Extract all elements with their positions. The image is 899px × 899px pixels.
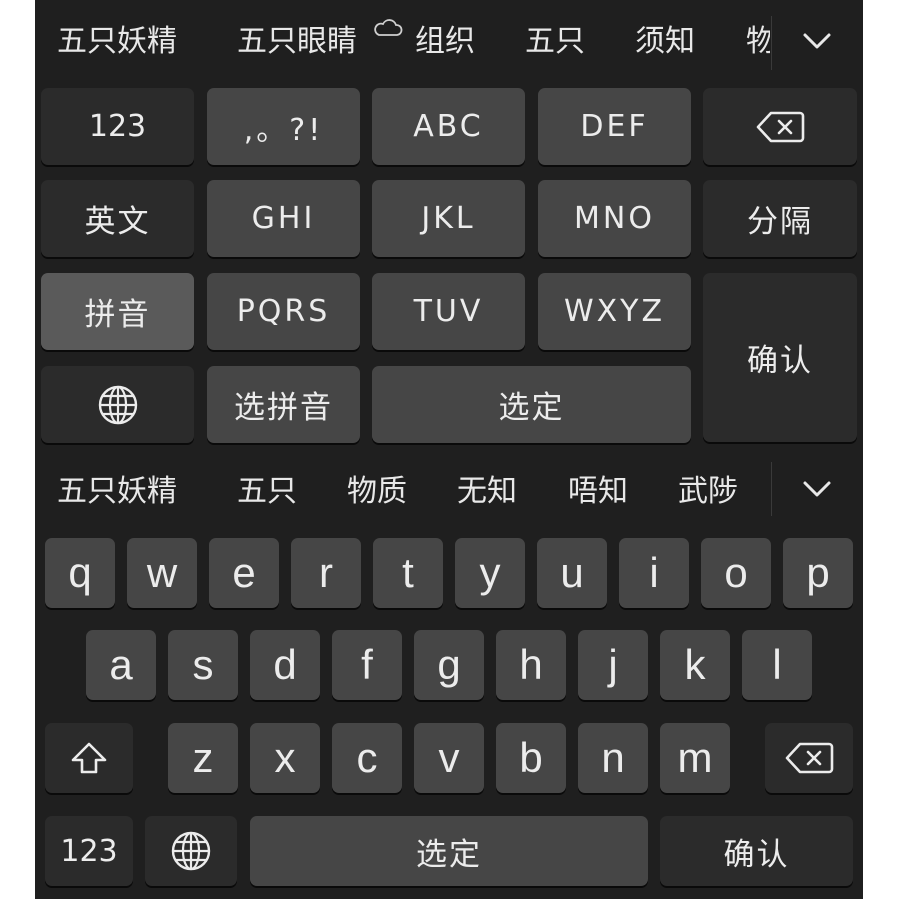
key-jkl[interactable]: JKL: [372, 180, 525, 257]
t9-keyboard: 五只妖精 五只眼睛 组织 五只 须知 物 123 ,。?! ABC DEF 英文…: [35, 0, 863, 452]
select-key[interactable]: 选定: [372, 366, 691, 443]
key-a[interactable]: a: [86, 630, 156, 700]
select-key[interactable]: 选定: [250, 816, 648, 886]
candidate-item[interactable]: 五只眼睛: [237, 22, 357, 62]
pinyin-key[interactable]: 拼音: [41, 273, 194, 350]
key-wxyz[interactable]: WXYZ: [538, 273, 691, 350]
candidate-item[interactable]: 物: [746, 22, 770, 62]
candidate-item[interactable]: 武陟: [678, 472, 738, 512]
candidate-item[interactable]: 组织: [415, 22, 475, 62]
qwerty-keyboard: 五只妖精 五只 物质 无知 唔知 武陟 q w e r t y u i o p …: [35, 452, 863, 899]
key-ghi[interactable]: GHI: [207, 180, 360, 257]
backspace-button[interactable]: [765, 723, 853, 793]
key-h[interactable]: h: [496, 630, 566, 700]
language-switch-button[interactable]: [41, 366, 194, 443]
candidate-item[interactable]: 五只妖精: [57, 472, 177, 512]
backspace-icon: [784, 741, 834, 775]
select-pinyin-key[interactable]: 选拼音: [207, 366, 360, 443]
key-z[interactable]: z: [168, 723, 238, 793]
key-pqrs[interactable]: PQRS: [207, 273, 360, 350]
key-l[interactable]: l: [742, 630, 812, 700]
key-r[interactable]: r: [291, 538, 361, 608]
number-key[interactable]: 123: [45, 816, 133, 886]
candidate-bar: 五只妖精 五只 物质 无知 唔知 武陟: [35, 452, 863, 538]
key-e[interactable]: e: [209, 538, 279, 608]
candidate-item[interactable]: 五只妖精: [57, 22, 177, 62]
candidate-item[interactable]: 须知: [635, 22, 695, 62]
key-s[interactable]: s: [168, 630, 238, 700]
key-def[interactable]: DEF: [538, 88, 691, 165]
shift-button[interactable]: [45, 723, 133, 793]
punctuation-key[interactable]: ,。?!: [207, 88, 360, 165]
divider: [771, 16, 772, 70]
language-switch-button[interactable]: [145, 816, 237, 886]
key-p[interactable]: p: [783, 538, 853, 608]
key-tuv[interactable]: TUV: [372, 273, 525, 350]
number-key[interactable]: 123: [41, 88, 194, 165]
key-mno[interactable]: MNO: [538, 180, 691, 257]
backspace-button[interactable]: [703, 88, 857, 165]
globe-icon: [97, 384, 139, 426]
key-g[interactable]: g: [414, 630, 484, 700]
key-u[interactable]: u: [537, 538, 607, 608]
key-n[interactable]: n: [578, 723, 648, 793]
key-x[interactable]: x: [250, 723, 320, 793]
candidate-bar: 五只妖精 五只眼睛 组织 五只 须知 物: [35, 0, 863, 86]
backspace-icon: [755, 110, 805, 144]
key-y[interactable]: y: [455, 538, 525, 608]
candidate-item[interactable]: 物质: [347, 472, 407, 512]
key-c[interactable]: c: [332, 723, 402, 793]
chevron-down-icon[interactable]: [797, 20, 837, 60]
key-w[interactable]: w: [127, 538, 197, 608]
divider: [771, 462, 772, 516]
key-j[interactable]: j: [578, 630, 648, 700]
candidate-item[interactable]: 无知: [457, 472, 517, 512]
candidate-item[interactable]: 五只: [525, 22, 585, 62]
globe-icon: [170, 830, 212, 872]
candidate-item[interactable]: 五只: [237, 472, 297, 512]
key-t[interactable]: t: [373, 538, 443, 608]
key-v[interactable]: v: [414, 723, 484, 793]
confirm-button[interactable]: 确认: [660, 816, 853, 886]
key-abc[interactable]: ABC: [372, 88, 525, 165]
key-i[interactable]: i: [619, 538, 689, 608]
cloud-icon: [373, 18, 403, 38]
key-o[interactable]: o: [701, 538, 771, 608]
key-d[interactable]: d: [250, 630, 320, 700]
key-m[interactable]: m: [660, 723, 730, 793]
key-k[interactable]: k: [660, 630, 730, 700]
candidate-item[interactable]: 唔知: [568, 472, 628, 512]
key-f[interactable]: f: [332, 630, 402, 700]
shift-icon: [70, 741, 108, 775]
confirm-button[interactable]: 确认: [703, 273, 857, 442]
chevron-down-icon[interactable]: [797, 468, 837, 508]
english-key[interactable]: 英文: [41, 180, 194, 257]
separator-key[interactable]: 分隔: [703, 180, 857, 257]
key-b[interactable]: b: [496, 723, 566, 793]
key-q[interactable]: q: [45, 538, 115, 608]
